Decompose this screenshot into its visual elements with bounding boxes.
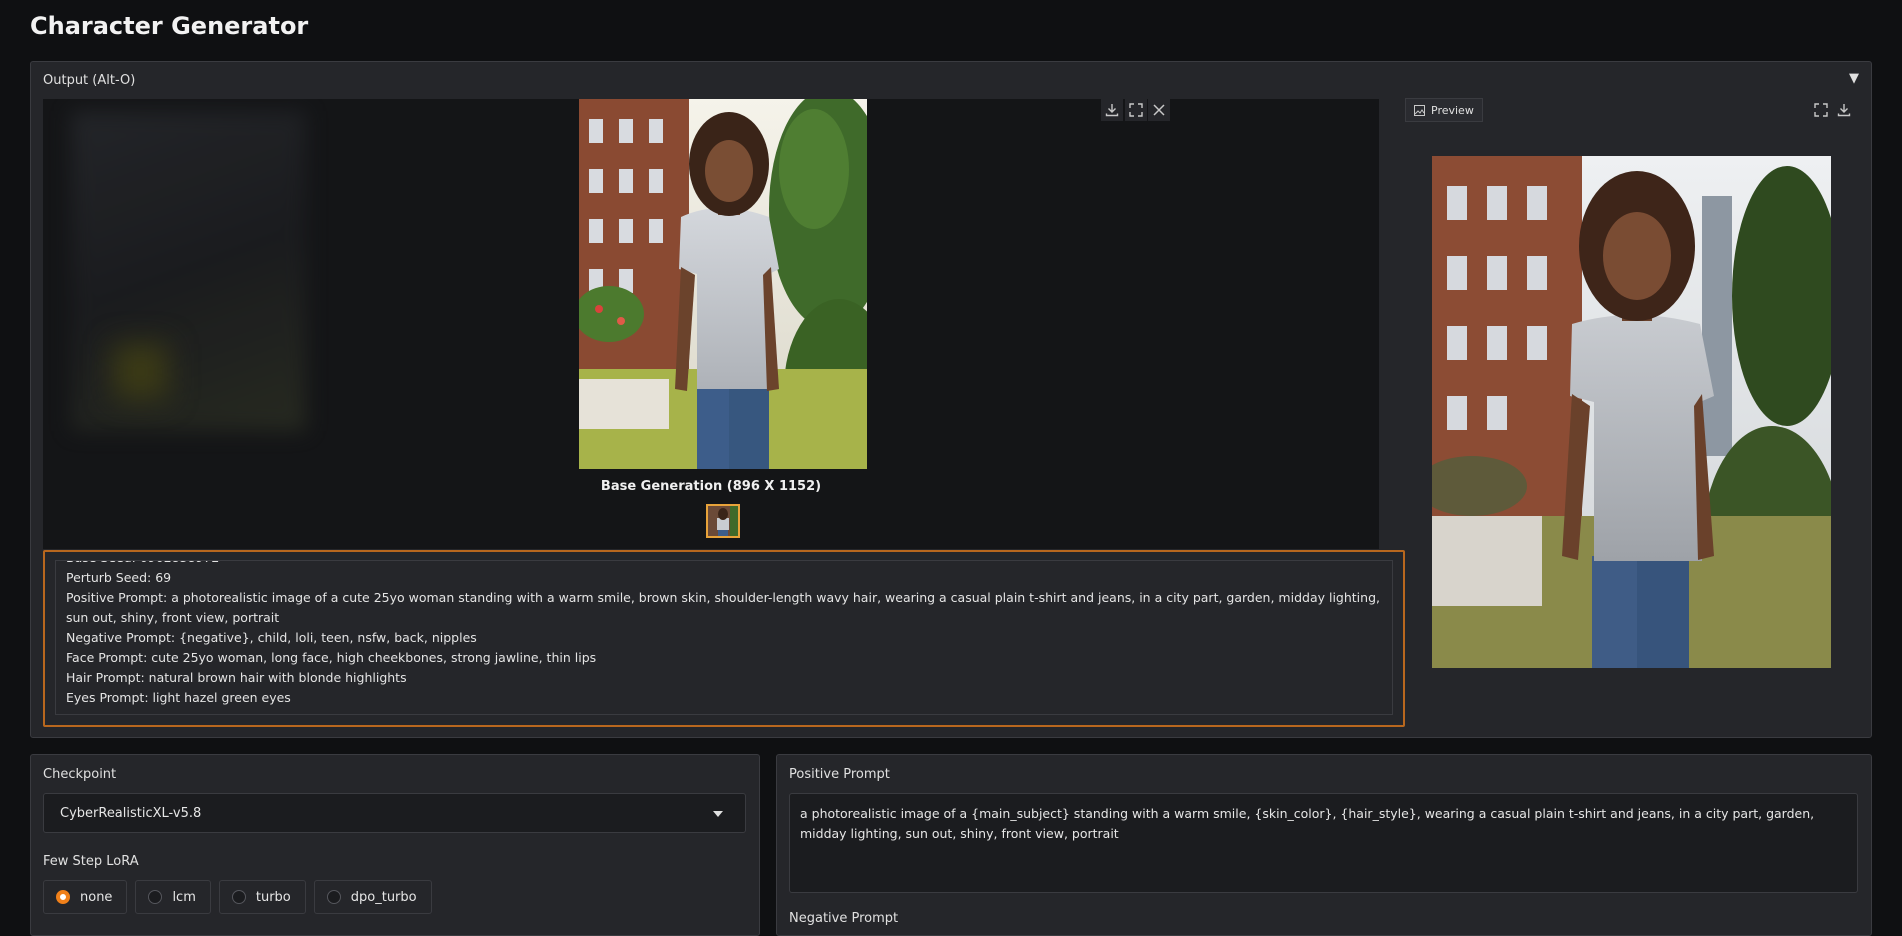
radio-option-label: turbo bbox=[255, 889, 291, 905]
checkpoint-panel: Checkpoint CyberRealisticXL-v5.8 Few Ste… bbox=[30, 754, 760, 936]
preview-button[interactable]: Preview bbox=[1405, 98, 1483, 122]
radio-option-label: lcm bbox=[172, 889, 196, 905]
radio-option-dpo-turbo[interactable]: dpo_turbo bbox=[313, 880, 432, 914]
collapse-icon[interactable]: ▼ bbox=[1849, 71, 1859, 86]
image-gallery: Base Generation (896 X 1152) bbox=[43, 99, 1379, 549]
preview-download-icon[interactable] bbox=[1833, 99, 1855, 121]
download-icon[interactable] bbox=[1101, 99, 1123, 121]
info-negative-prompt: Negative Prompt: {negative}, child, loli… bbox=[66, 630, 477, 645]
few-step-lora-label: Few Step LoRA bbox=[43, 854, 139, 869]
few-step-lora-radio-group: none lcm turbo dpo_turbo bbox=[43, 880, 432, 914]
radio-selected-icon bbox=[56, 890, 70, 904]
preview-image[interactable] bbox=[1432, 156, 1831, 668]
info-positive-prompt: Positive Prompt: a photorealistic image … bbox=[66, 590, 1380, 625]
download-icon-glyph bbox=[1105, 104, 1119, 117]
gallery-caption: Base Generation (896 X 1152) bbox=[600, 479, 822, 494]
preview-fullscreen-icon[interactable] bbox=[1810, 99, 1832, 121]
gallery-background-blur bbox=[71, 111, 306, 431]
output-panel-header[interactable]: Output (Alt-O) bbox=[43, 73, 135, 88]
info-base-seed: Base Seed: 0902838972 bbox=[66, 561, 1382, 568]
checkpoint-select-value: CyberRealisticXL-v5.8 bbox=[60, 806, 202, 821]
generation-info-text[interactable]: Base Seed: 0902838972 Perturb Seed: 69 P… bbox=[55, 560, 1393, 715]
generation-info-lines: Base Seed: 0902838972 Perturb Seed: 69 P… bbox=[66, 561, 1382, 708]
image-icon bbox=[1414, 104, 1425, 116]
thumbnail-image bbox=[708, 506, 738, 536]
negative-prompt-label: Negative Prompt bbox=[789, 911, 899, 926]
prompt-panel: Positive Prompt a photorealistic image o… bbox=[776, 754, 1872, 936]
fullscreen-icon-glyph bbox=[1129, 103, 1143, 117]
close-icon-glyph bbox=[1153, 104, 1165, 116]
radio-unselected-icon bbox=[148, 890, 163, 904]
radio-unselected-icon bbox=[326, 890, 341, 904]
positive-prompt-input[interactable]: a photorealistic image of a {main_subjec… bbox=[789, 793, 1858, 893]
fullscreen-icon[interactable] bbox=[1125, 99, 1147, 121]
generation-info-box: Base Seed: 0902838972 Perturb Seed: 69 P… bbox=[43, 550, 1405, 727]
info-eyes-prompt: Eyes Prompt: light hazel green eyes bbox=[66, 690, 291, 705]
checkpoint-select[interactable]: CyberRealisticXL-v5.8 bbox=[43, 793, 746, 833]
preview-button-label: Preview bbox=[1431, 103, 1474, 117]
gallery-thumbnail[interactable] bbox=[706, 504, 740, 538]
close-icon[interactable] bbox=[1148, 99, 1170, 121]
checkpoint-label: Checkpoint bbox=[43, 767, 117, 782]
radio-option-turbo[interactable]: turbo bbox=[218, 880, 306, 914]
radio-option-label: none bbox=[80, 889, 113, 905]
chevron-down-icon bbox=[713, 811, 723, 817]
info-perturb-seed: Perturb Seed: 69 bbox=[66, 570, 172, 585]
info-hair-prompt: Hair Prompt: natural brown hair with blo… bbox=[66, 670, 407, 685]
gallery-background-blur-accent bbox=[113, 344, 168, 399]
download-icon-glyph bbox=[1837, 104, 1851, 117]
radio-option-label: dpo_turbo bbox=[350, 889, 417, 905]
radio-option-lcm[interactable]: lcm bbox=[135, 880, 211, 914]
page-title: Character Generator bbox=[30, 12, 309, 40]
info-face-prompt: Face Prompt: cute 25yo woman, long face,… bbox=[66, 650, 597, 665]
positive-prompt-label: Positive Prompt bbox=[789, 767, 890, 782]
fullscreen-icon-glyph bbox=[1814, 103, 1828, 117]
base-generation-image[interactable] bbox=[579, 99, 867, 469]
radio-unselected-icon bbox=[231, 890, 246, 904]
radio-option-none[interactable]: none bbox=[43, 880, 128, 914]
